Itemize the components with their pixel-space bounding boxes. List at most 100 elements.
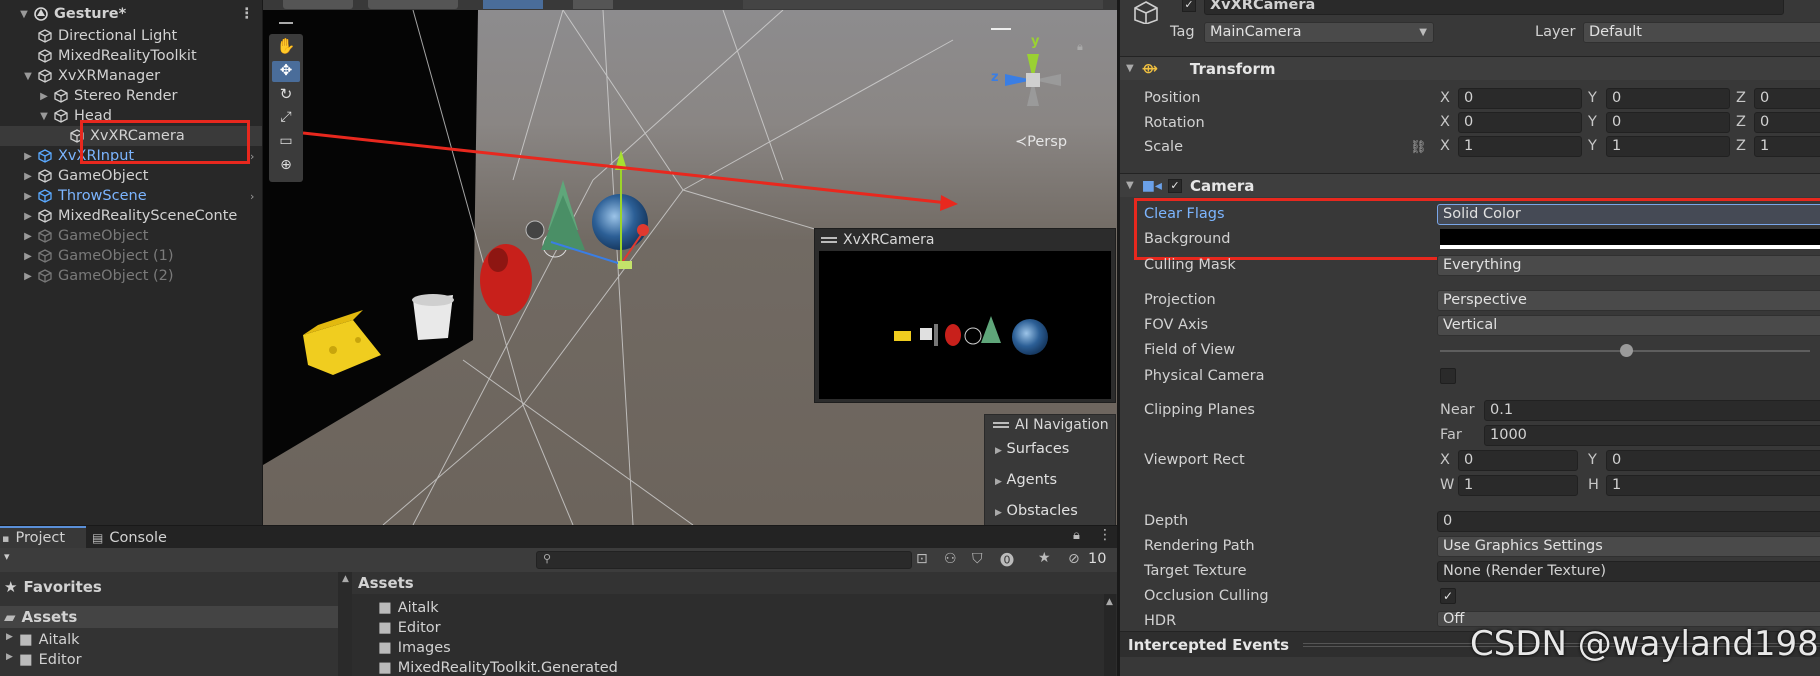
scale-y-field[interactable]: 1 (1606, 136, 1730, 157)
depth-field[interactable]: 0 (1437, 511, 1820, 532)
fov-slider-handle[interactable] (1620, 344, 1633, 357)
viewport-x-field[interactable]: 0 (1458, 450, 1578, 471)
position-x-axis-label[interactable]: X (1440, 90, 1450, 106)
rendering-path-dropdown[interactable]: Use Graphics Settings (1437, 536, 1820, 557)
rotation-z-field[interactable]: 0 (1754, 112, 1820, 133)
position-x-field[interactable]: 0 (1458, 88, 1582, 109)
constrain-proportions-icon[interactable]: ⛓ (1410, 140, 1427, 155)
hidden-count-icon[interactable]: ⊘ (1068, 551, 1080, 567)
scene-header[interactable]: ▼ Gesture* ⋮ (0, 4, 262, 24)
scale-tool-icon[interactable]: ⤢ (272, 109, 300, 130)
favorite-star-icon[interactable]: ★ (1038, 550, 1051, 566)
more-menu-icon[interactable]: ⋮ (240, 6, 255, 22)
hierarchy-item[interactable]: ▶ ThrowScene (0, 186, 262, 206)
hierarchy-item[interactable]: Directional Light (0, 26, 262, 46)
layer-dropdown[interactable]: Default (1583, 22, 1820, 43)
foldout-arrow-icon[interactable]: ▶ (22, 251, 34, 262)
asset-folder-item[interactable]: ■ Aitalk (378, 600, 439, 616)
object-name-field[interactable]: XvXRCamera (1204, 0, 1784, 15)
clear-flags-dropdown[interactable]: Solid Color (1437, 204, 1820, 225)
grid-toggle[interactable] (573, 0, 613, 9)
rotation-z-axis-label[interactable]: Z (1736, 114, 1746, 130)
create-dropdown-icon[interactable]: ▾ (4, 550, 10, 563)
near-field[interactable]: 0.1 (1484, 400, 1820, 421)
lock-icon[interactable]: 🔒︎ (1073, 528, 1080, 543)
search-by-type-icon[interactable]: ⊡ (916, 551, 928, 567)
ai-nav-obstacles[interactable]: ▶ Obstacles (995, 503, 1078, 519)
culling-mask-dropdown[interactable]: Everything (1437, 255, 1820, 276)
foldout-arrow-icon[interactable]: ▶ (22, 171, 34, 182)
foldout-arrow-icon[interactable]: ▼ (38, 111, 50, 122)
tree-item-editor[interactable]: ▶ ■ Editor (6, 652, 82, 668)
scene-view[interactable]: ✋ ✥ ↻ ⤢ ▭ ⊕ y z 🔒︎ ≺Persp XvXRCamera AI … (263, 10, 1117, 525)
drag-handle-icon[interactable] (821, 237, 837, 243)
scroll-up-icon[interactable]: ▲ (1106, 597, 1113, 607)
tab-console[interactable]: ▤ Console (92, 528, 167, 548)
hierarchy-item[interactable]: ▶ GameObject (2) (0, 266, 262, 286)
hierarchy-item[interactable]: ▶ Stereo Render (0, 86, 262, 106)
collapse-arrow-icon[interactable]: ▼ (18, 9, 30, 20)
projection-dropdown[interactable]: Perspective (1437, 290, 1820, 311)
scale-y-axis-label[interactable]: Y (1588, 138, 1597, 154)
occlusion-culling-checkbox[interactable]: ✓ (1440, 588, 1456, 604)
rect-tool-icon[interactable]: ▭ (272, 133, 300, 154)
assets-root-row[interactable]: ▰ Assets (0, 606, 338, 628)
viewport-y-field[interactable]: 0 (1606, 450, 1820, 471)
scale-z-axis-label[interactable]: Z (1736, 138, 1746, 154)
transform-header[interactable]: ▼ ⟴ Transform (1120, 56, 1820, 80)
orientation-gizmo[interactable]: y z 🔒︎ (983, 30, 1093, 130)
background-color-swatch[interactable] (1440, 229, 1820, 249)
hierarchy-item[interactable]: XvXRCamera (0, 126, 262, 146)
foldout-arrow-icon[interactable]: ▼ (22, 71, 34, 82)
asset-folder-item[interactable]: ■ Images (378, 640, 451, 656)
foldout-arrow-icon[interactable]: ▶ (38, 91, 50, 102)
position-y-field[interactable]: 0 (1606, 88, 1730, 109)
hierarchy-item[interactable]: ▶ GameObject (0, 166, 262, 186)
hierarchy-item[interactable]: ▼ Head (0, 106, 262, 126)
drag-handle[interactable] (279, 22, 293, 24)
camera-header[interactable]: ▼ ■◂ ✓ Camera (1120, 173, 1820, 197)
hierarchy-item[interactable]: ▶ XvXRInput (0, 146, 262, 166)
persp-label[interactable]: ≺Persp (1015, 134, 1067, 150)
fov-axis-dropdown[interactable]: Vertical (1437, 315, 1820, 336)
breadcrumb[interactable]: Assets (352, 572, 1117, 594)
scale-z-field[interactable]: 1 (1754, 136, 1820, 157)
position-z-axis-label[interactable]: Z (1736, 90, 1746, 106)
camera-enabled-checkbox[interactable]: ✓ (1167, 178, 1182, 193)
physical-camera-checkbox[interactable] (1440, 368, 1456, 384)
target-texture-field[interactable]: None (Render Texture) (1437, 561, 1820, 582)
viewport-w-field[interactable]: 1 (1458, 475, 1578, 496)
panel-splitter[interactable] (1117, 0, 1120, 676)
hierarchy-item[interactable]: ▶ GameObject (1) (0, 246, 262, 266)
snap-toggle[interactable] (483, 0, 543, 9)
viewport-h-field[interactable]: 1 (1606, 475, 1820, 496)
ai-nav-surfaces[interactable]: ▶ Surfaces (995, 441, 1069, 457)
warning-icon[interactable]: ⓿ (1000, 550, 1014, 570)
lock-icon[interactable]: 🔒︎ (1077, 40, 1083, 54)
hand-tool-icon[interactable]: ✋ (272, 37, 300, 58)
position-y-axis-label[interactable]: Y (1588, 90, 1597, 106)
rotate-tool-icon[interactable]: ↻ (272, 85, 300, 106)
rotation-x-field[interactable]: 0 (1458, 112, 1582, 133)
position-z-field[interactable]: 0 (1754, 88, 1820, 109)
transform-tool-icon[interactable]: ⊕ (272, 157, 300, 178)
view-options[interactable] (743, 0, 1103, 9)
foldout-arrow-icon[interactable]: ▶ (22, 271, 34, 282)
rotation-x-axis-label[interactable]: X (1440, 114, 1450, 130)
search-input[interactable]: ⚲ (536, 551, 912, 569)
favorites-row[interactable]: ★ Favorites (4, 578, 102, 596)
asset-folder-item[interactable]: ■ Editor (378, 620, 441, 636)
tree-scrollbar[interactable]: ▲ (338, 572, 352, 676)
hierarchy-item[interactable]: ▼ XvXRManager (0, 66, 262, 86)
tree-item-aitalk[interactable]: ▶ ■ Aitalk (6, 632, 80, 648)
ai-nav-agents[interactable]: ▶ Agents (995, 472, 1057, 488)
foldout-arrow-icon[interactable]: ▶ (22, 151, 34, 162)
hierarchy-item[interactable]: ▶ GameObject (0, 226, 262, 246)
tab-project[interactable]: ▪ Project (0, 526, 86, 548)
scale-x-axis-label[interactable]: X (1440, 138, 1450, 154)
far-field[interactable]: 1000 (1484, 425, 1820, 446)
drag-handle-icon[interactable] (993, 422, 1009, 428)
rotation-y-axis-label[interactable]: Y (1588, 114, 1597, 130)
tag-dropdown[interactable]: MainCamera ▼ (1204, 22, 1434, 43)
foldout-arrow-icon[interactable]: ▶ (22, 231, 34, 242)
